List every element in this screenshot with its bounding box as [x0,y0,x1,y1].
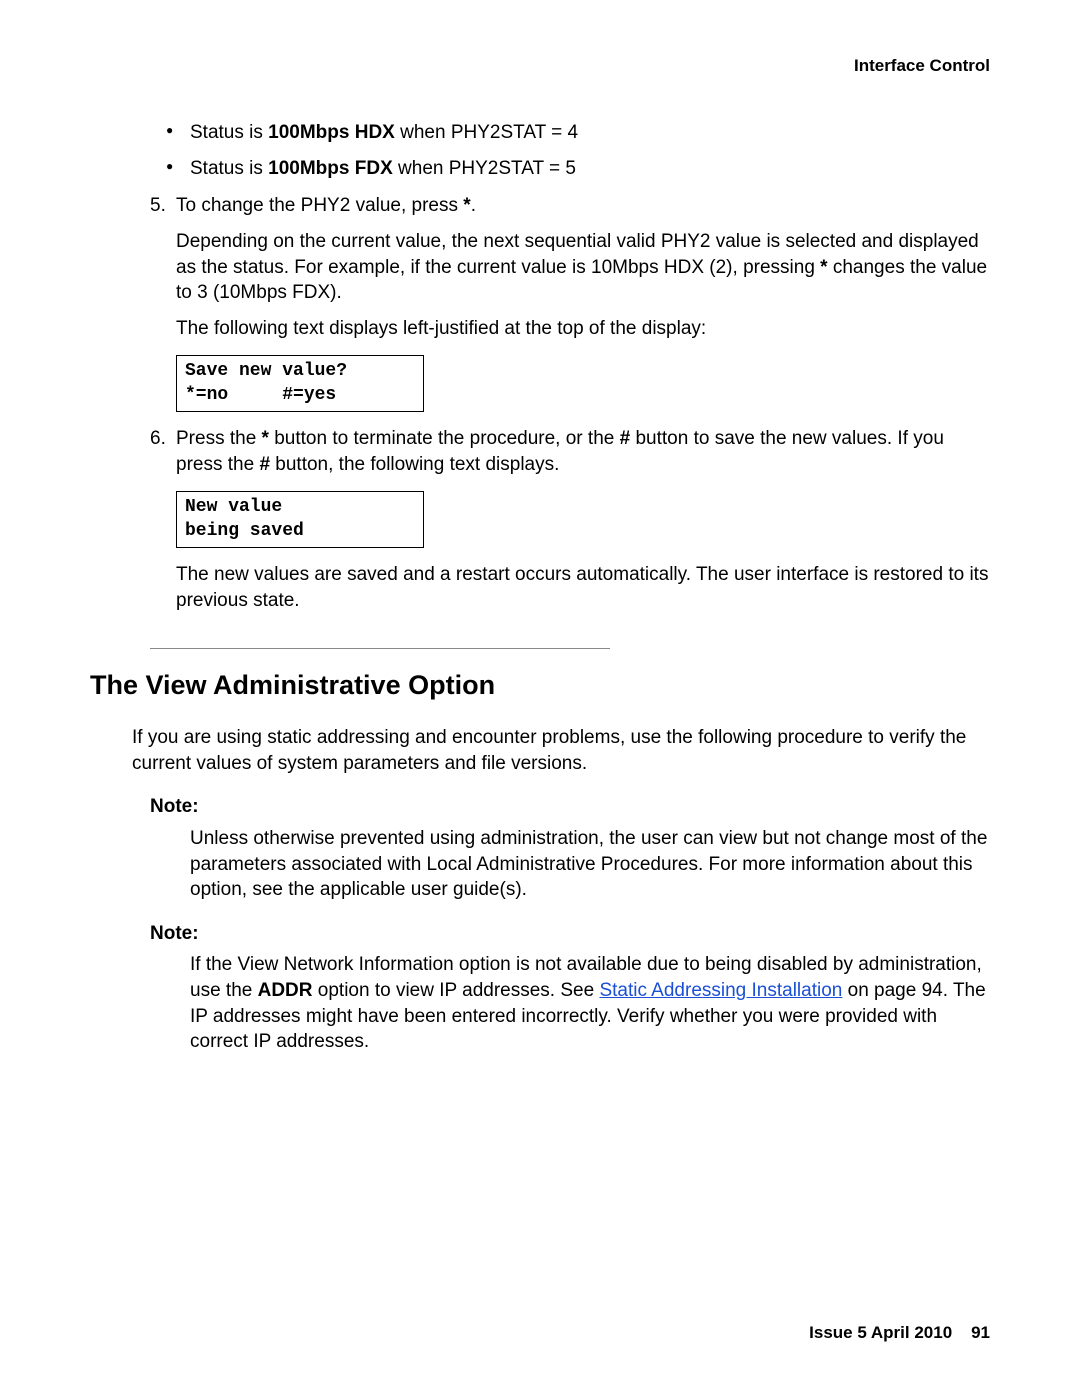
text: when PHY2STAT = 4 [395,122,578,143]
section-heading: The View Administrative Option [90,667,990,703]
text: . [471,195,476,216]
status-bullet-list: Status is 100Mbps HDX when PHY2STAT = 4 … [150,120,990,181]
step-5-para-2: Depending on the current value, the next… [176,229,990,306]
step-6: 6. Press the * button to terminate the p… [150,426,990,477]
document-page: Interface Control Status is 100Mbps HDX … [0,0,1080,1397]
text-bold: # [620,428,631,449]
list-item: Status is 100Mbps HDX when PHY2STAT = 4 [190,120,990,146]
section-divider [150,648,610,649]
step-body: Press the * button to terminate the proc… [176,426,990,477]
page-footer: Issue 5 April 2010 91 [809,1322,990,1345]
text: Status is [190,122,268,143]
running-head: Interface Control [90,55,990,78]
step-number: 5. [150,193,176,219]
text: Status is [190,158,268,179]
note-body: If the View Network Information option i… [190,952,990,1055]
link-static-addressing[interactable]: Static Addressing Installation [599,980,842,1001]
text: when PHY2STAT = 5 [393,158,576,179]
text: To change the PHY2 value, press [176,195,463,216]
text-bold: ADDR [258,980,313,1001]
text-bold: * [262,428,269,449]
note-label: Note: [150,794,990,820]
text-bold: 100Mbps FDX [268,158,393,179]
text: Press the [176,428,262,449]
text-bold: # [259,454,270,475]
text: button to terminate the procedure, or th… [269,428,620,449]
text-bold: * [820,257,827,278]
note-body: Unless otherwise prevented using adminis… [190,826,990,903]
footer-issue: Issue 5 April 2010 [809,1323,952,1342]
body-content: Status is 100Mbps HDX when PHY2STAT = 4 … [90,120,990,1055]
text: button, the following text displays. [270,454,559,475]
step-5-para-3: The following text displays left-justifi… [176,316,990,342]
footer-page-number: 91 [971,1323,990,1342]
text-bold: * [463,195,470,216]
note-label: Note: [150,921,990,947]
step-5: 5. To change the PHY2 value, press *. [150,193,990,219]
text-bold: 100Mbps HDX [268,122,395,143]
code-new-value-saved: New value being saved [176,491,424,548]
code-save-new-value: Save new value? *=no #=yes [176,355,424,412]
step-6-para-2: The new values are saved and a restart o… [176,562,990,613]
section-intro: If you are using static addressing and e… [132,725,990,776]
step-body: To change the PHY2 value, press *. [176,193,990,219]
text: option to view IP addresses. See [313,980,600,1001]
step-number: 6. [150,426,176,477]
list-item: Status is 100Mbps FDX when PHY2STAT = 5 [190,156,990,182]
